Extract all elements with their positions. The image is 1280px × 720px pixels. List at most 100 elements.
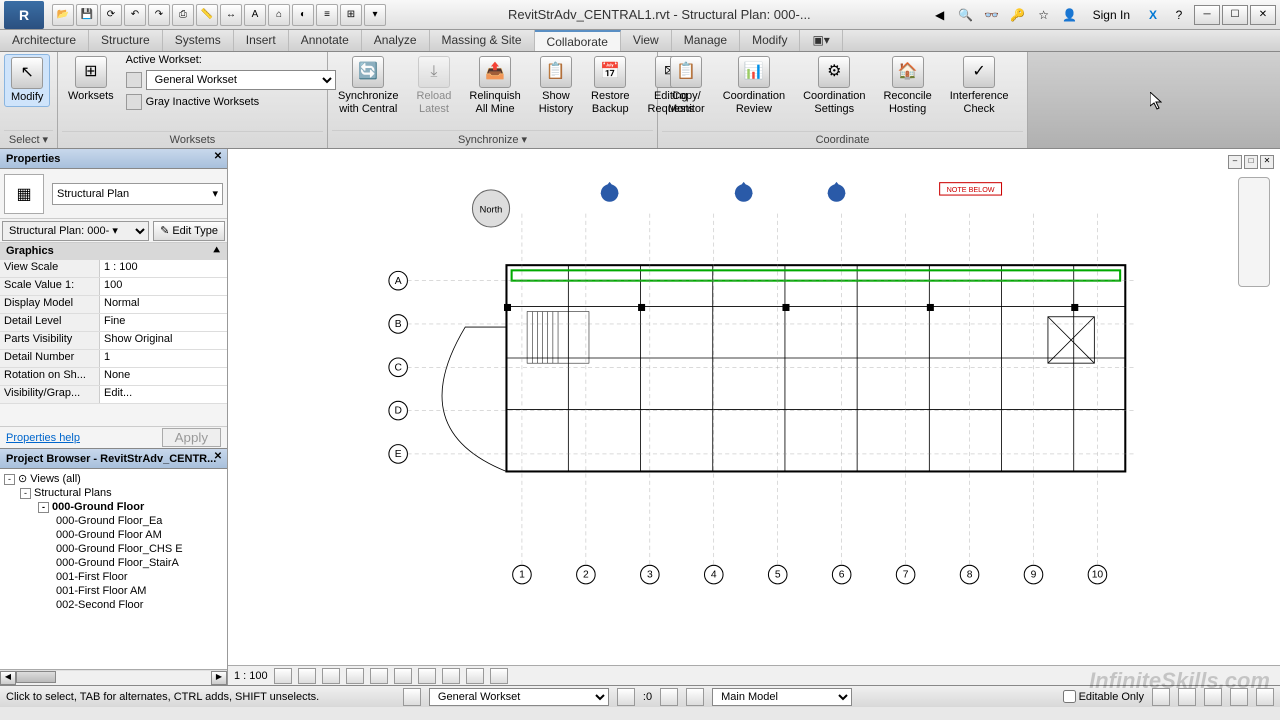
qat-save-icon[interactable]: 💾 [76,4,98,26]
crop-icon[interactable] [394,668,412,684]
select-panel-label[interactable]: Select ▾ [4,130,53,148]
prop-val[interactable]: 1 : 100 [100,260,227,277]
rendering-icon[interactable] [370,668,388,684]
prop-val[interactable]: 1 [100,350,227,367]
signin-link[interactable]: Sign In [1085,8,1138,22]
tab-insert[interactable]: Insert [234,30,289,51]
tree-view[interactable]: 001-First Floor AM [2,584,225,598]
qat-measure-icon[interactable]: 📏 [196,4,218,26]
properties-close-icon[interactable]: ✕ [211,151,225,165]
expander-icon[interactable]: - [4,474,15,485]
tree-view[interactable]: 002-Second Floor [2,598,225,612]
visual-style-icon[interactable] [298,668,316,684]
drawing-canvas[interactable]: ABCDE 12345678910 North NOTE BELOW [228,149,1280,665]
qat-close-icon[interactable]: ⊞ [340,4,362,26]
tab-view[interactable]: View [621,30,672,51]
qat-text-icon[interactable]: A [244,4,266,26]
props-group-graphics[interactable]: Graphics⯅ [0,243,227,260]
copy-monitor-button[interactable]: 📋Copy/ Monitor [662,54,711,118]
user-icon[interactable]: 👤 [1059,4,1081,26]
status-editable-icon[interactable] [617,688,635,706]
prop-val[interactable]: Normal [100,296,227,313]
help-icon[interactable]: ? [1168,4,1190,26]
tab-structure[interactable]: Structure [89,30,163,51]
star-icon[interactable]: ☆ [1033,4,1055,26]
detail-level-icon[interactable] [274,668,292,684]
tree-view[interactable]: 000-Ground Floor AM [2,528,225,542]
coord-review-button[interactable]: 📊Coordination Review [717,54,791,118]
prop-val[interactable]: Fine [100,314,227,331]
tab-systems[interactable]: Systems [163,30,234,51]
close-button[interactable]: ✕ [1250,5,1276,25]
coord-settings-button[interactable]: ⚙Coordination Settings [797,54,871,118]
modify-button[interactable]: ↖ Modify [4,54,50,107]
app-logo[interactable]: R [4,1,44,29]
tab-architecture[interactable]: Architecture [0,30,89,51]
scroll-left-icon[interactable]: ◀ [0,671,16,685]
expander-icon[interactable]: - [20,488,31,499]
status-workset-dropdown[interactable]: General Workset [429,688,609,706]
qat-undo-icon[interactable]: ↶ [124,4,146,26]
sync-panel-label[interactable]: Synchronize ▾ [332,130,653,148]
status-design-icon[interactable] [686,688,704,706]
tree-view[interactable]: 001-First Floor [2,570,225,584]
nav-back-icon[interactable]: ◀ [929,4,951,26]
prop-val[interactable]: 100 [100,278,227,295]
qat-sync-icon[interactable]: ⟳ [100,4,122,26]
tree-root[interactable]: -⊙ Views (all) [2,471,225,486]
lock-icon[interactable] [442,668,460,684]
exchange-icon[interactable]: X [1142,4,1164,26]
maximize-button[interactable]: ☐ [1222,5,1248,25]
tab-manage[interactable]: Manage [672,30,740,51]
sun-path-icon[interactable] [322,668,340,684]
active-workset-dropdown[interactable]: General Workset [146,70,336,90]
tree-view-active[interactable]: -000-Ground Floor [2,500,225,514]
expander-icon[interactable]: - [38,502,49,513]
edit-type-button[interactable]: ✎Edit Type [153,221,225,241]
tab-massing[interactable]: Massing & Site [430,30,535,51]
reveal-icon[interactable] [490,668,508,684]
restore-backup-button[interactable]: 📅Restore Backup [585,54,636,118]
search-icon[interactable]: 🔍 [955,4,977,26]
apply-button[interactable]: Apply [162,428,221,447]
prop-val[interactable]: Edit... [100,386,227,403]
prop-val[interactable]: None [100,368,227,385]
view-scale-label[interactable]: 1 : 100 [234,670,268,682]
scroll-track[interactable] [16,671,211,685]
tab-modify[interactable]: Modify [740,30,800,51]
scroll-right-icon[interactable]: ▶ [211,671,227,685]
qat-switch-icon[interactable]: ▾ [364,4,386,26]
temp-hide-icon[interactable] [466,668,484,684]
status-model-dropdown[interactable]: Main Model [712,688,852,706]
sync-central-button[interactable]: 🔄Synchronize with Central [332,54,405,118]
crop-region-icon[interactable] [418,668,436,684]
tab-addins-icon[interactable]: ▣▾ [800,30,842,51]
qat-dim-icon[interactable]: ↔ [220,4,242,26]
tree-view[interactable]: 000-Ground Floor_CHS E [2,542,225,556]
key-icon[interactable]: 🔑 [1007,4,1029,26]
binoculars-icon[interactable]: 👓 [981,4,1003,26]
tree-view[interactable]: 000-Ground Floor_StairA [2,556,225,570]
view-minimize-icon[interactable]: – [1228,155,1242,169]
qat-3d-icon[interactable]: ⌂ [268,4,290,26]
scroll-thumb[interactable] [16,671,56,683]
minimize-button[interactable]: ─ [1194,5,1220,25]
relinquish-button[interactable]: 📤Relinquish All Mine [463,54,526,118]
navigation-bar[interactable] [1238,177,1270,287]
qat-open-icon[interactable]: 📂 [52,4,74,26]
properties-help-link[interactable]: Properties help [6,432,80,444]
prop-val[interactable]: Show Original [100,332,227,349]
tab-collaborate[interactable]: Collaborate [535,30,621,51]
browser-close-icon[interactable]: ✕ [211,451,225,465]
tree-view[interactable]: 000-Ground Floor_Ea [2,514,225,528]
shadows-icon[interactable] [346,668,364,684]
status-workset-icon[interactable] [403,688,421,706]
status-filter-icon[interactable] [660,688,678,706]
show-history-button[interactable]: 📋Show History [533,54,579,118]
tab-annotate[interactable]: Annotate [289,30,362,51]
tab-analyze[interactable]: Analyze [362,30,430,51]
worksets-button[interactable]: ⊞ Worksets [62,54,120,105]
interference-button[interactable]: ✓Interference Check [944,54,1015,118]
instance-dropdown[interactable]: Structural Plan: 000- ▾ [2,221,149,241]
qat-print-icon[interactable]: ⎙ [172,4,194,26]
